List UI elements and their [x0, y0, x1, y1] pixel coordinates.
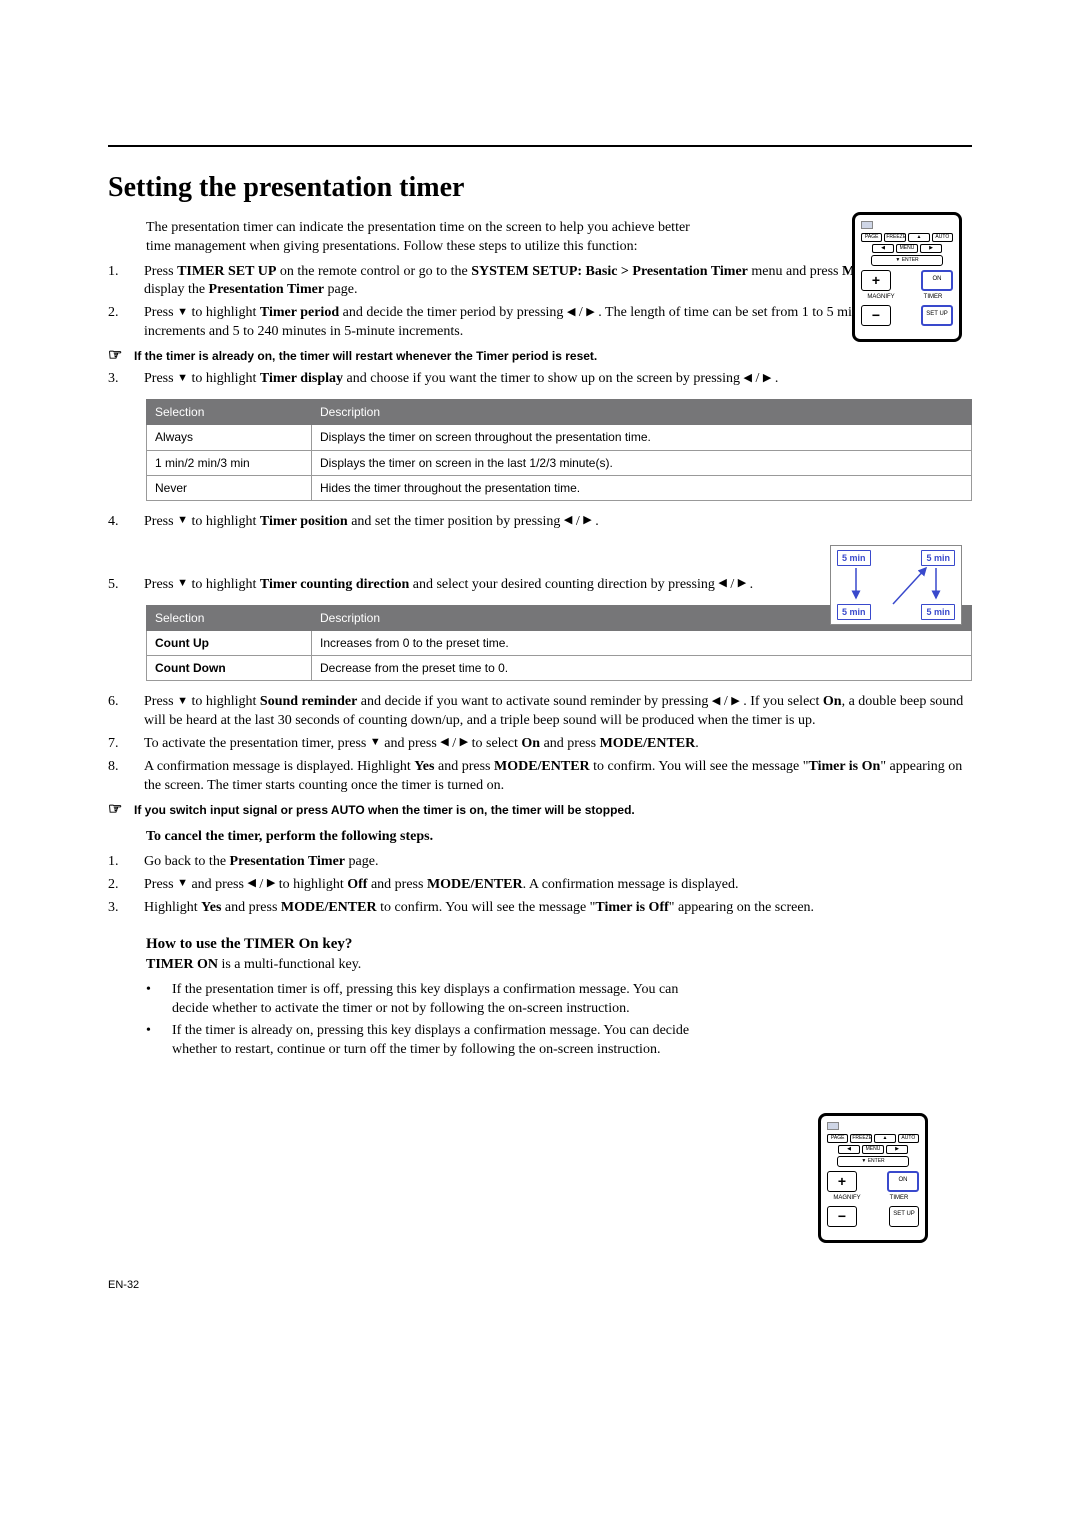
- table-row: 1 min/2 min/3 minDisplays the timer on s…: [147, 450, 972, 475]
- table-row: Count DownDecrease from the preset time …: [147, 656, 972, 681]
- intro-paragraph: The presentation timer can indicate the …: [146, 219, 706, 257]
- timer-on-bullets: •If the presentation timer is off, press…: [146, 981, 972, 1061]
- steps-list-2: 6.Press ▼ to highlight Sound reminder an…: [108, 693, 972, 795]
- step-item: 4.Press ▼ to highlight Timer position an…: [108, 513, 972, 532]
- note-icon: ☞: [108, 348, 134, 364]
- heading-h1: Setting the presentation timer: [108, 169, 972, 207]
- step-item: 2.Press ▼ and press ◀ / ▶ to highlight O…: [108, 876, 972, 895]
- steps-list-1: 1.Press TIMER SET UP on the remote contr…: [108, 263, 972, 343]
- step-item: 2.Press ▼ to highlight Timer period and …: [108, 304, 972, 342]
- remote-illustration-bottom: PAGE FREEZE ▲ AUTO ◀ MENU ▶ ▼ ENTER + ON…: [818, 1113, 928, 1243]
- timer-position-illustration: 5 min 5 min 5 min 5 min: [830, 545, 962, 625]
- top-rule: [108, 145, 972, 147]
- step-item: 1.Go back to the Presentation Timer page…: [108, 853, 972, 872]
- note-2: ☞ If you switch input signal or press AU…: [108, 802, 972, 818]
- note-icon: ☞: [108, 802, 134, 818]
- step-item: 6.Press ▼ to highlight Sound reminder an…: [108, 693, 972, 731]
- note-1: ☞ If the timer is already on, the timer …: [108, 348, 972, 364]
- step-item: 3.Press ▼ to highlight Timer display and…: [108, 370, 972, 389]
- step-3: 3.Press ▼ to highlight Timer display and…: [108, 370, 972, 389]
- table-header: Selection: [147, 605, 312, 630]
- table-row: AlwaysDisplays the timer on screen throu…: [147, 425, 972, 450]
- table-header: Description: [312, 400, 972, 425]
- step-item: 7.To activate the presentation timer, pr…: [108, 735, 972, 754]
- timer-on-heading: How to use the TIMER On key?: [146, 934, 972, 954]
- step-4: 4.Press ▼ to highlight Timer position an…: [108, 513, 972, 532]
- cancel-heading: To cancel the timer, perform the followi…: [146, 828, 972, 847]
- table-row: NeverHides the timer throughout the pres…: [147, 475, 972, 500]
- timer-on-sub: TIMER ON is a multi-functional key.: [146, 956, 972, 975]
- cancel-steps-list: 1.Go back to the Presentation Timer page…: [108, 853, 972, 918]
- bullet-item: •If the timer is already on, pressing th…: [146, 1022, 972, 1060]
- table-row: Count UpIncreases from 0 to the preset t…: [147, 630, 972, 655]
- remote-illustration-top: PAGE FREEZE ▲ AUTO ◀ MENU ▶ ▼ ENTER + ON…: [852, 212, 962, 342]
- step-item: 8.A confirmation message is displayed. H…: [108, 758, 972, 796]
- table-header: Selection: [147, 400, 312, 425]
- step-item: 1.Press TIMER SET UP on the remote contr…: [108, 263, 972, 301]
- page-number: EN-32: [108, 1278, 139, 1293]
- step-item: 3.Highlight Yes and press MODE/ENTER to …: [108, 899, 972, 918]
- bullet-item: •If the presentation timer is off, press…: [146, 981, 972, 1019]
- timer-display-table: SelectionDescriptionAlwaysDisplays the t…: [146, 399, 972, 501]
